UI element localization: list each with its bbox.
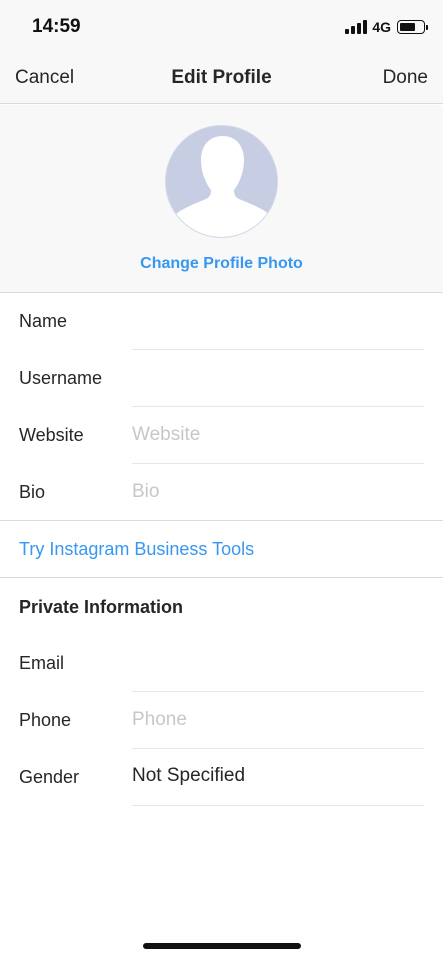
home-indicator[interactable] [143,943,301,949]
bio-row: Bio [0,464,443,521]
gender-select[interactable]: Not Specified [132,765,424,793]
website-field[interactable] [132,421,424,449]
email-label: Email [19,653,65,673]
bio-label: Bio [19,482,46,502]
profile-photo-section: Change Profile Photo [0,105,443,293]
gender-row: Gender Not Specified [0,749,443,806]
phone-field[interactable] [132,706,424,734]
website-label: Website [19,425,84,445]
email-field[interactable] [132,649,424,677]
status-bar: 14:59 4G [0,0,443,54]
network-label: 4G [372,19,391,35]
section-divider [0,520,443,521]
done-button[interactable]: Done [383,67,428,89]
private-info-heading: Private Information [19,597,184,617]
change-profile-photo-button[interactable]: Change Profile Photo [0,255,443,273]
signal-bars-icon [345,20,368,34]
username-label: Username [19,368,103,388]
page-title: Edit Profile [171,67,272,88]
name-row: Name [0,293,443,350]
status-time: 14:59 [32,16,81,37]
divider [132,805,424,806]
battery-icon [397,20,428,34]
name-label: Name [19,311,68,331]
gender-label: Gender [19,767,80,787]
business-tools-link[interactable]: Try Instagram Business Tools [19,539,254,560]
default-avatar-icon[interactable] [165,125,278,238]
bio-field[interactable] [132,478,424,506]
section-divider [0,577,443,578]
username-field[interactable] [132,364,424,392]
website-row: Website [0,407,443,464]
email-row: Email [0,635,443,692]
status-indicators: 4G [345,18,428,36]
name-field[interactable] [132,307,424,335]
username-row: Username [0,350,443,407]
phone-label: Phone [19,710,72,730]
phone-row: Phone [0,692,443,749]
nav-bar: Cancel Edit Profile Done [0,54,443,104]
